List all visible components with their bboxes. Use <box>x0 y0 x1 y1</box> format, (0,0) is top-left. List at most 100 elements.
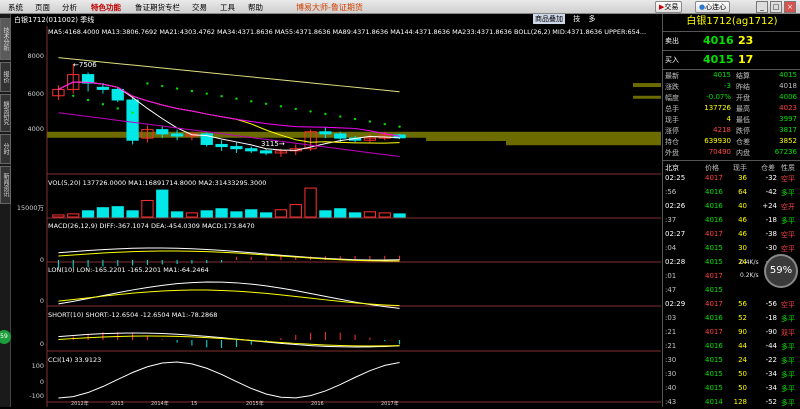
tick-diff: -56 <box>765 300 777 308</box>
tick-price: 4017 <box>705 300 723 308</box>
volume-bar <box>378 212 391 218</box>
stat-value: 3997 <box>779 115 797 123</box>
high-marker: ←7506 <box>73 61 97 69</box>
menu-luzheng-column[interactable]: 鲁证期货专栏 <box>135 2 180 13</box>
bid-row[interactable]: 买入 4015 17 <box>663 53 800 67</box>
volume-bar <box>215 208 228 218</box>
maximize-icon[interactable]: □ <box>770 1 782 13</box>
side-tabs: 技术分析 报价 期货研究 分时 新闻资讯 59 <box>0 14 11 407</box>
tick-time: :56 <box>665 188 677 196</box>
volume-bar <box>156 189 169 218</box>
tick-price: 4015 <box>705 356 723 364</box>
sar-dot <box>72 94 75 97</box>
stat-value: 3817 <box>779 126 797 134</box>
buy-label: 买入 <box>665 56 679 64</box>
short-line-series <box>58 332 400 348</box>
sidetab-intraday[interactable]: 分时 <box>0 134 11 164</box>
tick-row: :56 4016 64 -42 多平 <box>663 186 800 199</box>
tick-price: 4016 <box>705 314 723 322</box>
volume-bar <box>259 212 273 218</box>
tick-row: 02:29 4017 56 -56 空平 <box>663 298 800 311</box>
menu-page[interactable]: 页面 <box>35 2 50 13</box>
heart-button-label: 心连心 <box>705 3 727 11</box>
stat-label: 最新 <box>665 72 679 80</box>
tick-diff: +24 <box>762 202 777 210</box>
menu-analysis[interactable]: 分析 <box>62 2 77 13</box>
short-line: SHORT(10) SHORT:-12.6504 -12.6504 MA1:-7… <box>48 311 218 319</box>
volume-bar <box>111 206 124 218</box>
menu-featured[interactable]: 特色功能 <box>91 2 121 13</box>
tick-time: :30 <box>665 356 677 364</box>
menu-trade[interactable]: 交易 <box>192 2 207 13</box>
volume-bar <box>170 211 184 218</box>
cci-line-series <box>58 361 400 399</box>
stat-label: 外盘 <box>665 149 679 157</box>
tick-time: :47 <box>665 286 677 294</box>
volume-bar <box>319 210 332 218</box>
low-marker: 3115→ <box>261 140 285 148</box>
menu-help[interactable]: 帮助 <box>248 2 263 13</box>
y-label-macd-zero: 0 <box>39 256 44 264</box>
tick-time: :30 <box>665 370 677 378</box>
quote-stat-row: 涨跌 -3 昨结 4018 <box>663 82 800 91</box>
sar-dot <box>175 87 179 90</box>
kline-chart[interactable]: 2012年 2013 2014年 15 2015年 2016 2017年 <box>11 14 661 407</box>
tick-nature: 多平 <box>781 385 795 393</box>
stat-value: 67236 <box>774 148 797 156</box>
trade-button[interactable]: ▶交易 <box>655 1 683 13</box>
sidetab-technical[interactable]: 技术分析 <box>0 18 11 60</box>
chart-area: 白银1712(011002) 季线 商品叠加 技 多 2012年 2013 2014… <box>11 14 661 407</box>
x-axis-label: 2012年 <box>71 400 89 407</box>
sar-dot <box>190 89 194 93</box>
volume-bar <box>67 213 80 218</box>
y-label-cci-0: 0 <box>39 378 44 386</box>
x-axis-label: 2017年 <box>381 400 399 407</box>
quote-stat-row: 持仓 639930 仓差 3852 <box>663 137 800 146</box>
tick-time: :04 <box>665 244 677 252</box>
side-status-circle[interactable]: 59 <box>0 330 11 344</box>
speed-up: 0.4K/s <box>740 259 759 266</box>
network-gauge[interactable]: 59% <box>764 254 798 288</box>
tick-time: :37 <box>665 216 677 224</box>
candle-body <box>126 99 139 141</box>
menu-bar: 系统 页面 分析 特色功能 鲁证期货专栏 交易 工具 帮助 博易大师-鲁证期货 … <box>0 0 800 14</box>
volume-bar <box>185 212 199 218</box>
ask-row[interactable]: 卖出 4016 23 <box>663 34 800 48</box>
sar-dot <box>324 112 327 116</box>
quote-stat-row: 现手 4 最低 3997 <box>663 115 800 124</box>
divider <box>663 50 800 51</box>
tick-qty: 46 <box>738 216 747 224</box>
close-icon[interactable]: × <box>784 1 796 13</box>
tick-nature: 多平 <box>781 315 795 323</box>
stat-value: -0.07% <box>706 93 731 101</box>
tick-row: :40 4015 50 -34 多平 <box>663 382 800 395</box>
volume-bar <box>141 199 154 218</box>
tick-time: :03 <box>665 314 677 322</box>
sidetab-quote[interactable]: 报价 <box>0 62 11 92</box>
lon-line: LON(10) LON:-165.2201 -165.2201 MA1:-64.… <box>48 266 209 274</box>
candle-body <box>215 143 228 148</box>
heart-button[interactable]: ●心连心 <box>695 1 731 13</box>
sidetab-news[interactable]: 新闻资讯 <box>0 166 11 204</box>
sar-dot <box>398 125 401 128</box>
tick-diff: -18 <box>765 314 777 322</box>
candle-body <box>230 146 243 150</box>
y-label-6000: 6000 <box>27 90 44 98</box>
menu-tools[interactable]: 工具 <box>220 2 235 13</box>
menu-system[interactable]: 系统 <box>8 2 23 13</box>
tick-time: :21 <box>665 328 677 336</box>
candle-body <box>96 86 110 90</box>
tick-nature: 空开 <box>781 203 795 211</box>
stat-value: 137726 <box>704 104 731 112</box>
candle-body <box>259 150 273 154</box>
trade-button-label: 交易 <box>664 3 679 11</box>
minimize-icon[interactable]: _ <box>756 1 768 13</box>
tick-diff: -52 <box>765 398 777 406</box>
sidetab-research[interactable]: 期货研究 <box>0 94 11 132</box>
tick-qty: 128 <box>733 398 747 406</box>
tick-price: 4017 <box>705 174 723 182</box>
volume-bar <box>52 214 65 218</box>
stat-label: 仓差 <box>736 138 750 146</box>
tick-time: :40 <box>665 384 677 392</box>
sell-qty: 23 <box>738 34 754 47</box>
